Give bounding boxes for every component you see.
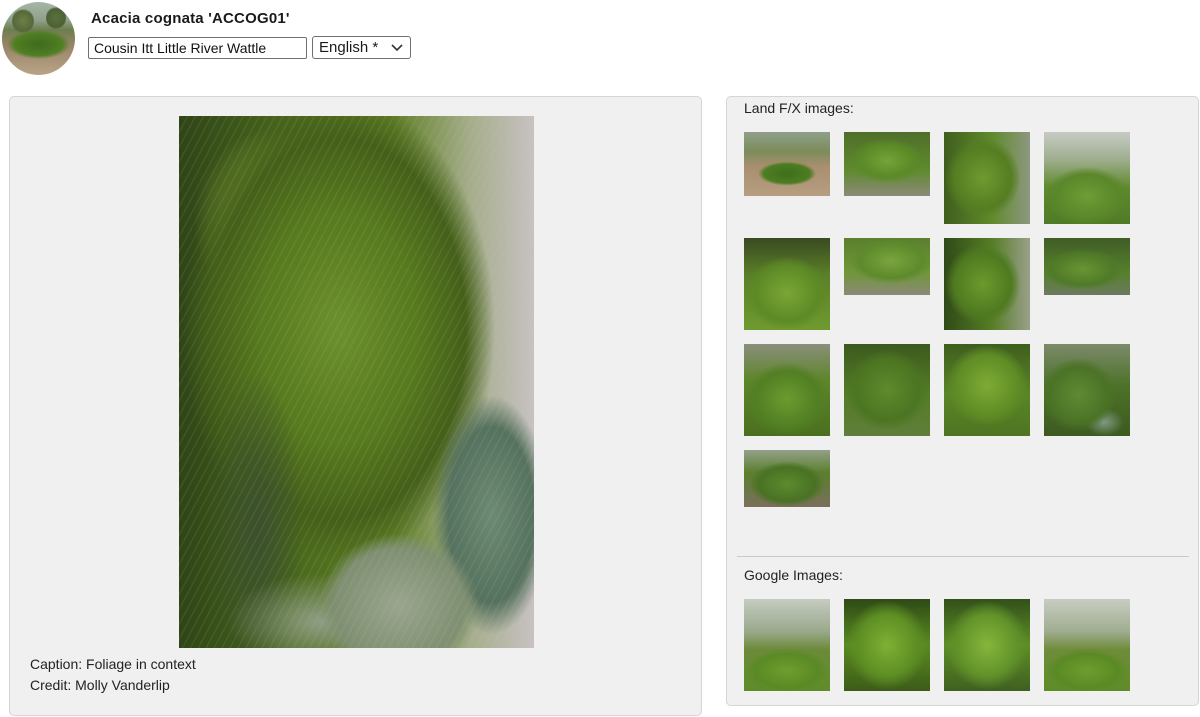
thumbnail-landfx-1[interactable] xyxy=(744,132,830,196)
thumbnail-landfx-8[interactable] xyxy=(1044,238,1130,295)
thumbnail-google-3[interactable] xyxy=(944,599,1030,691)
landfx-images-label: Land F/X images: xyxy=(744,100,854,116)
thumbnail-google-2[interactable] xyxy=(844,599,930,691)
plant-title: Acacia cognata 'ACCOG01' xyxy=(91,10,290,27)
photo-caption: Caption: Foliage in context xyxy=(30,656,196,672)
photo-credit: Credit: Molly Vanderlip xyxy=(30,677,170,693)
common-name-input[interactable] xyxy=(88,37,307,59)
thumbnail-landfx-9[interactable] xyxy=(744,344,830,436)
thumbnail-landfx-6[interactable] xyxy=(844,238,930,295)
google-images-label: Google Images: xyxy=(744,567,843,583)
thumbnail-landfx-2[interactable] xyxy=(844,132,930,196)
thumbnail-landfx-11[interactable] xyxy=(944,344,1030,436)
thumbnail-landfx-12[interactable] xyxy=(1044,344,1130,436)
thumbnail-landfx-13[interactable] xyxy=(744,450,830,507)
main-plant-photo[interactable] xyxy=(179,116,534,648)
thumbnail-landfx-3[interactable] xyxy=(944,132,1030,224)
thumbnail-landfx-5[interactable] xyxy=(744,238,830,330)
thumbnail-landfx-4[interactable] xyxy=(1044,132,1130,224)
language-select[interactable]: English * xyxy=(312,36,411,59)
image-gallery-panel: Land F/X images: Google Images: xyxy=(726,96,1199,706)
thumbnail-landfx-7[interactable] xyxy=(944,238,1030,330)
main-image-panel: Caption: Foliage in context Credit: Moll… xyxy=(9,96,702,716)
thumbnail-google-4[interactable] xyxy=(1044,599,1130,691)
thumbnail-google-1[interactable] xyxy=(744,599,830,691)
gallery-divider xyxy=(737,556,1189,557)
thumbnail-landfx-10[interactable] xyxy=(844,344,930,436)
plant-avatar xyxy=(2,2,75,75)
chevron-down-icon xyxy=(391,43,403,51)
language-select-value: English * xyxy=(319,39,379,56)
